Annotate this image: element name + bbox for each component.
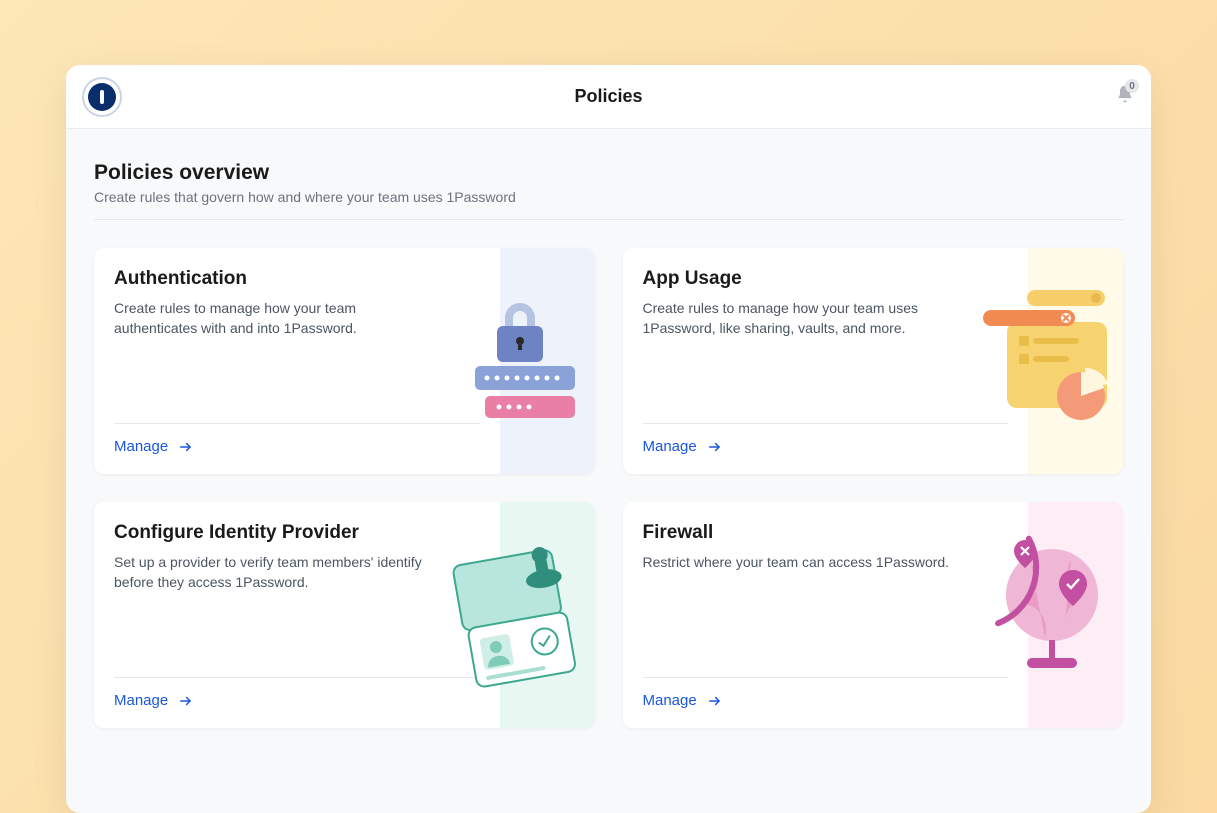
notifications-button[interactable]: 0 <box>1115 83 1135 110</box>
header-bar: Policies 0 <box>66 65 1151 129</box>
arrow-right-icon <box>178 694 194 708</box>
overview-heading: Policies overview <box>94 161 1123 185</box>
card-title: Firewall <box>643 522 1009 544</box>
manage-label: Manage <box>643 438 697 455</box>
manage-app-usage-link[interactable]: Manage <box>643 438 723 455</box>
policy-card-grid: Authentication Create rules to manage ho… <box>94 248 1123 728</box>
page-title: Policies <box>66 86 1151 107</box>
manage-label: Manage <box>643 692 697 709</box>
manage-label: Manage <box>114 692 168 709</box>
overview-subtitle: Create rules that govern how and where y… <box>94 189 1123 205</box>
card-app-usage: App Usage Create rules to manage how you… <box>623 248 1124 474</box>
card-title: App Usage <box>643 268 1009 290</box>
app-window: Policies 0 Policies overview Create rule… <box>66 65 1151 813</box>
card-title: Configure Identity Provider <box>114 522 480 544</box>
manage-authentication-link[interactable]: Manage <box>114 438 194 455</box>
card-description: Set up a provider to verify team members… <box>114 552 434 593</box>
firewall-illustration <box>1028 502 1123 728</box>
arrow-right-icon <box>707 440 723 454</box>
idp-illustration <box>500 502 595 728</box>
card-identity-provider: Configure Identity Provider Set up a pro… <box>94 502 595 728</box>
content-region: Policies overview Create rules that gove… <box>66 129 1151 760</box>
arrow-right-icon <box>178 440 194 454</box>
card-description: Restrict where your team can access 1Pas… <box>643 552 963 572</box>
card-authentication: Authentication Create rules to manage ho… <box>94 248 595 474</box>
card-description: Create rules to manage how your team aut… <box>114 298 434 339</box>
card-title: Authentication <box>114 268 480 290</box>
authentication-illustration <box>500 248 595 474</box>
manage-idp-link[interactable]: Manage <box>114 692 194 709</box>
arrow-right-icon <box>707 694 723 708</box>
overview-divider <box>94 219 1123 220</box>
manage-label: Manage <box>114 438 168 455</box>
notification-count-badge: 0 <box>1125 79 1139 93</box>
card-description: Create rules to manage how your team use… <box>643 298 963 339</box>
card-firewall: Firewall Restrict where your team can ac… <box>623 502 1124 728</box>
app-logo[interactable] <box>82 77 122 117</box>
app-usage-illustration <box>1028 248 1123 474</box>
manage-firewall-link[interactable]: Manage <box>643 692 723 709</box>
